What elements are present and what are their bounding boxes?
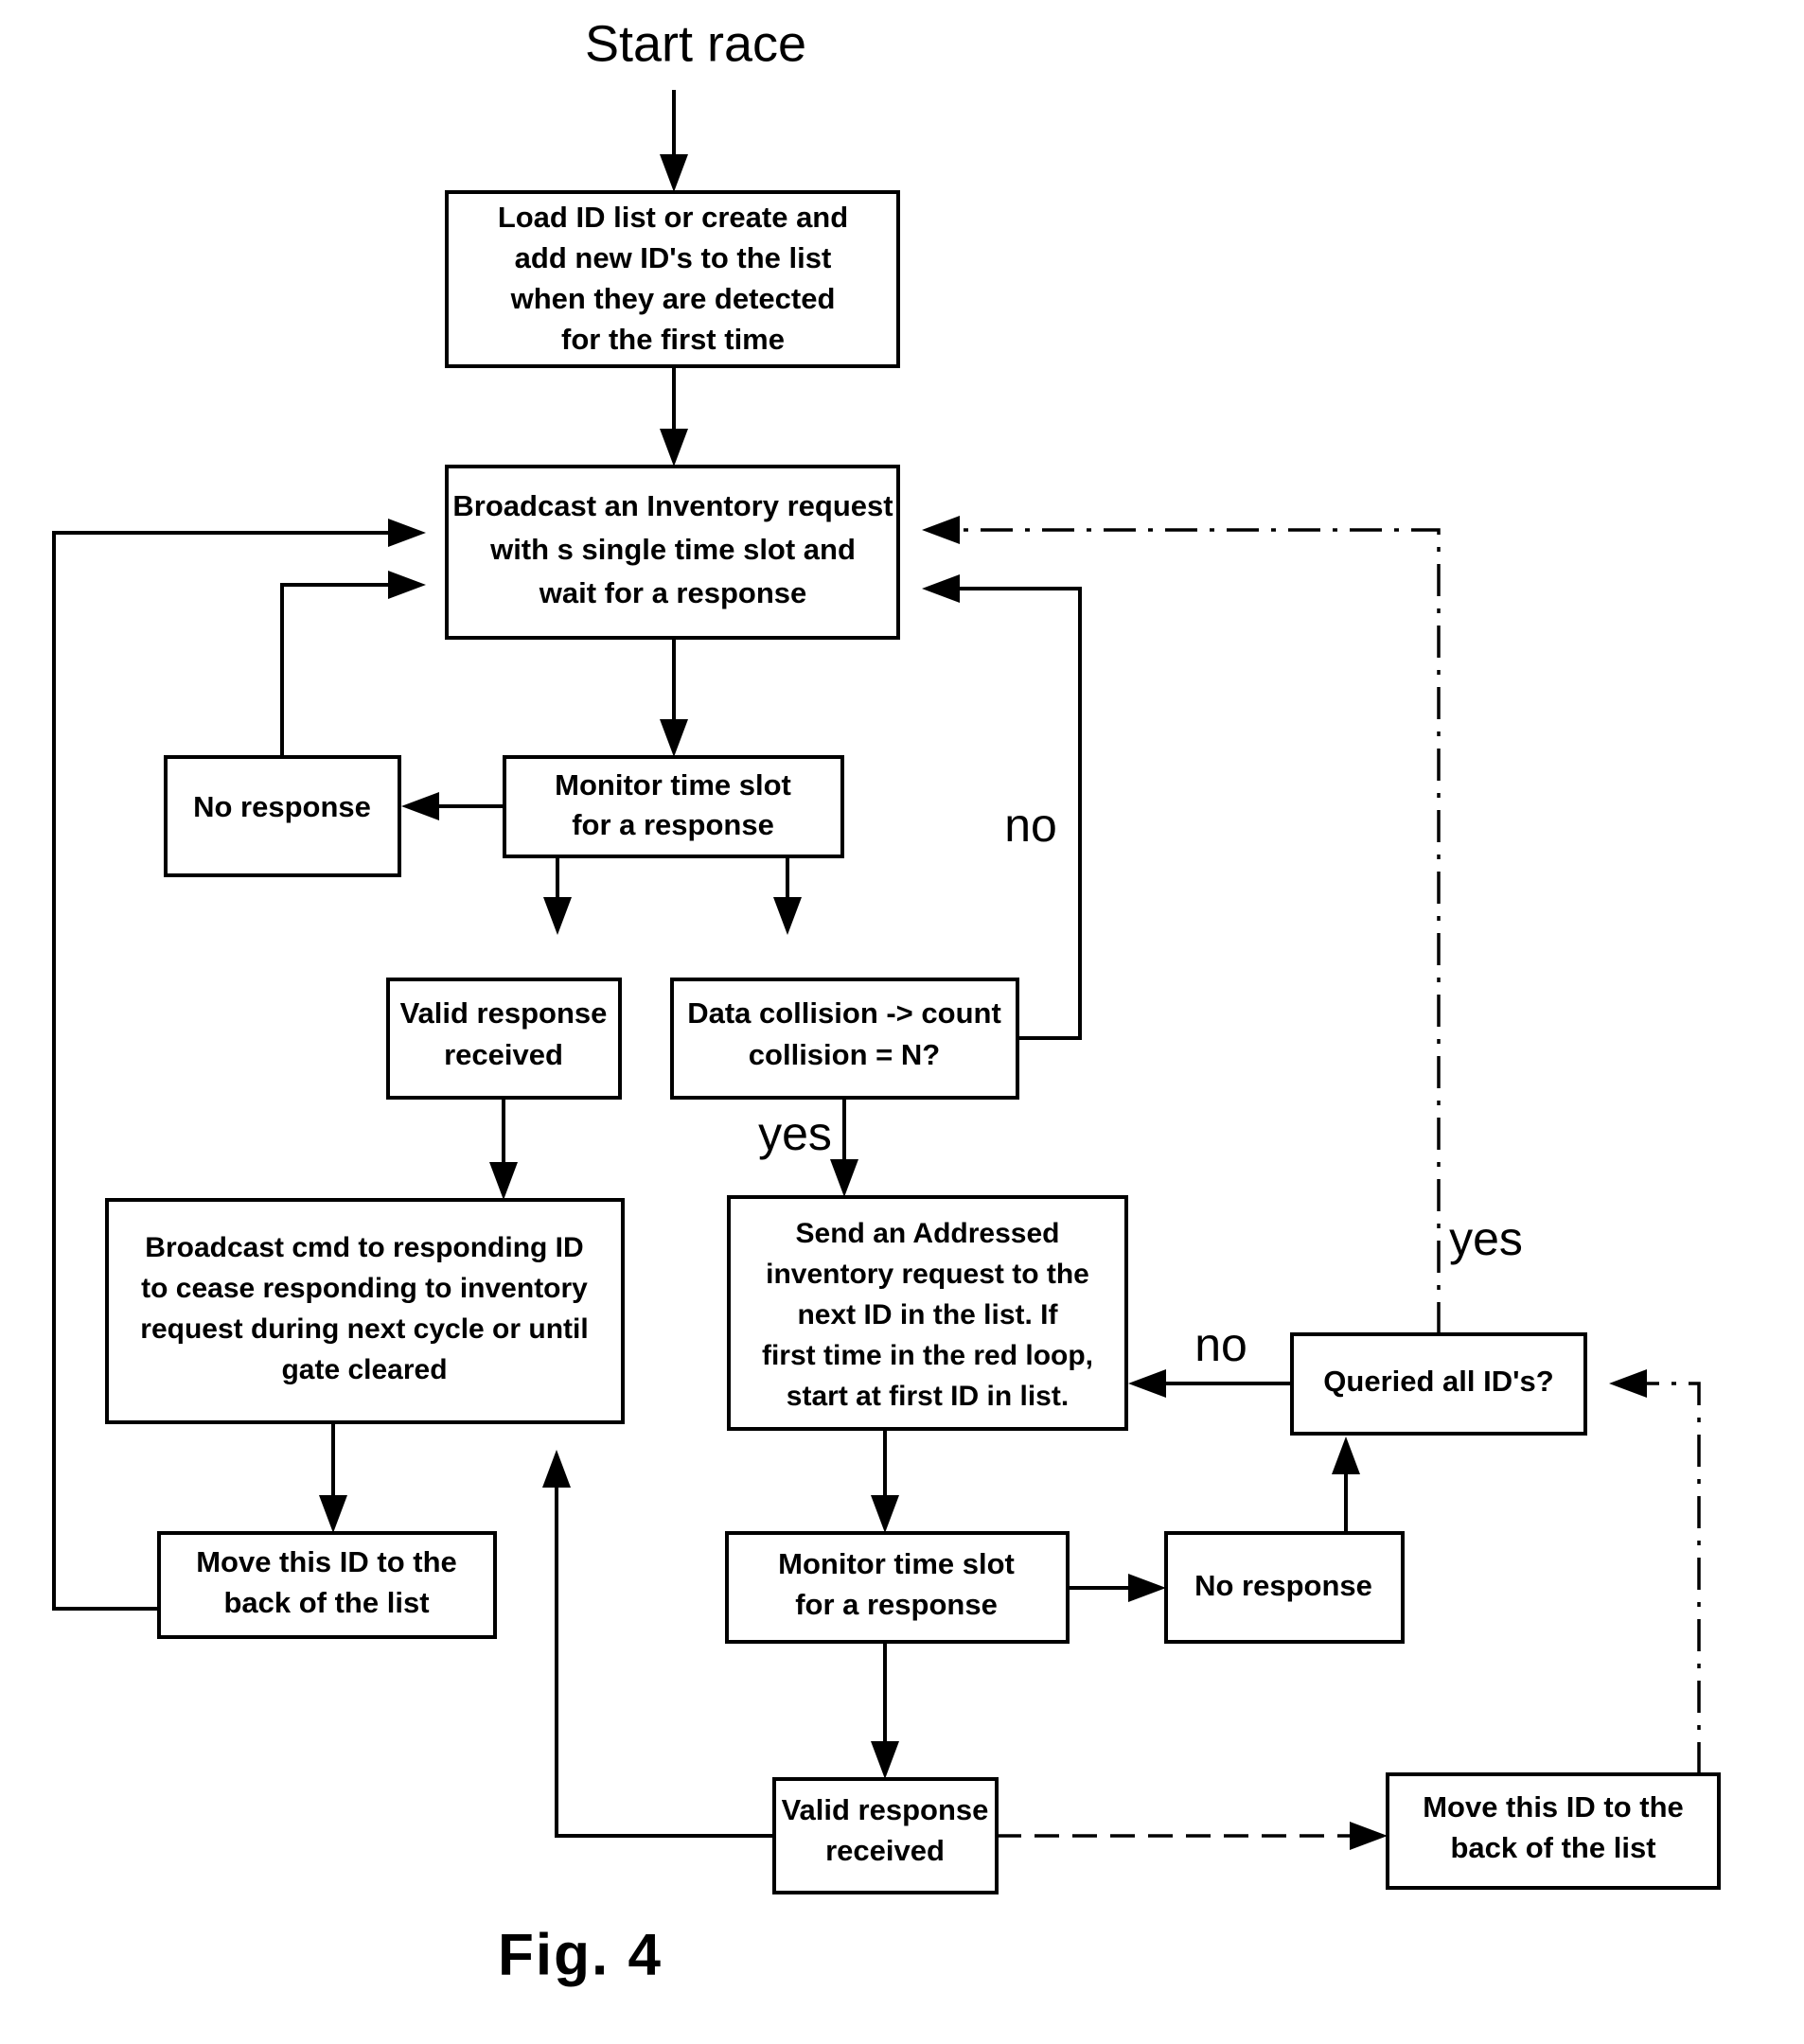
flowchart-svg: Start race Load ID list or create and ad… bbox=[52, 15, 1721, 1987]
edge-collision-yes-to-send-addressed bbox=[830, 1098, 858, 1197]
node-send-addressed: Send an Addressed inventory request to t… bbox=[727, 1195, 1128, 1431]
node-send-addressed-line-3: first time in the red loop, bbox=[762, 1340, 1093, 1371]
start-race-label: Start race bbox=[585, 15, 806, 72]
edge-load-to-broadcast bbox=[660, 366, 688, 467]
node-send-addressed-line-4: start at first ID in list. bbox=[787, 1381, 1069, 1412]
edge-valid-response-to-broadcast-cmd bbox=[489, 1098, 518, 1200]
node-load-id-list: Load ID list or create and add new ID's … bbox=[445, 190, 900, 368]
edge-start-to-load bbox=[660, 90, 688, 192]
node-valid-response-left-line-1: received bbox=[444, 1038, 563, 1071]
figure-caption: Fig. 4 bbox=[498, 1922, 663, 1987]
node-data-collision-line-1: collision = N? bbox=[749, 1038, 940, 1071]
edge-valid-response-bottom-to-move-id-right bbox=[997, 1822, 1388, 1850]
edge-monitor-to-valid-response bbox=[543, 856, 572, 935]
node-broadcast-cmd-line-3: gate cleared bbox=[281, 1354, 447, 1385]
node-broadcast-cmd: Broadcast cmd to responding ID to cease … bbox=[105, 1198, 625, 1424]
node-no-response-top: No response bbox=[164, 755, 401, 877]
edge-label-collision-no: no bbox=[1004, 799, 1057, 852]
node-move-id-left-line-0: Move this ID to the bbox=[196, 1545, 457, 1578]
node-broadcast-inventory: Broadcast an Inventory request with s si… bbox=[445, 465, 900, 640]
node-data-collision-line-0: Data collision -> count bbox=[687, 996, 1001, 1030]
node-valid-response-bottom: Valid response received bbox=[772, 1777, 999, 1894]
node-load-id-list-line-0: Load ID list or create and bbox=[498, 201, 848, 234]
node-move-id-right: Move this ID to the back of the list bbox=[1386, 1772, 1721, 1890]
node-monitor-slot-bottom: Monitor time slot for a response bbox=[725, 1531, 1070, 1644]
node-broadcast-inventory-line-1: with s single time slot and bbox=[489, 533, 856, 566]
node-valid-response-left: Valid response received bbox=[386, 978, 622, 1100]
node-send-addressed-line-1: inventory request to the bbox=[766, 1259, 1089, 1290]
edge-move-id-left-to-broadcast bbox=[52, 519, 426, 1611]
node-monitor-slot-top-line-1: for a response bbox=[572, 808, 774, 841]
node-broadcast-cmd-line-2: request during next cycle or until bbox=[140, 1313, 588, 1345]
edge-monitor-to-data-collision bbox=[773, 856, 802, 935]
node-move-id-left: Move this ID to the back of the list bbox=[157, 1531, 497, 1639]
edge-broadcast-cmd-to-move-id-left bbox=[319, 1422, 347, 1533]
node-no-response-bottom-line-0: No response bbox=[1194, 1569, 1372, 1602]
edge-label-queried-no: no bbox=[1194, 1318, 1247, 1371]
edge-send-addressed-to-monitor-bottom bbox=[871, 1429, 899, 1533]
node-valid-response-left-line-0: Valid response bbox=[400, 996, 608, 1030]
node-load-id-list-line-3: for the first time bbox=[561, 323, 785, 356]
edge-label-queried-yes: yes bbox=[1449, 1212, 1523, 1265]
node-broadcast-cmd-line-0: Broadcast cmd to responding ID bbox=[145, 1232, 583, 1263]
node-broadcast-cmd-line-1: to cease responding to inventory bbox=[141, 1273, 588, 1304]
node-monitor-slot-bottom-line-0: Monitor time slot bbox=[778, 1547, 1015, 1580]
edge-no-response-bottom-to-queried-all bbox=[1332, 1436, 1360, 1533]
node-monitor-slot-top: Monitor time slot for a response bbox=[503, 755, 844, 858]
edge-monitor-to-no-response-top bbox=[401, 792, 504, 820]
edge-no-response-top-to-broadcast bbox=[280, 571, 426, 757]
node-no-response-bottom: No response bbox=[1164, 1531, 1405, 1644]
node-valid-response-bottom-line-1: received bbox=[825, 1834, 945, 1867]
node-no-response-top-line-0: No response bbox=[193, 790, 371, 823]
node-queried-all: Queried all ID's? bbox=[1290, 1332, 1587, 1436]
edge-queried-no-to-send-addressed bbox=[1128, 1369, 1292, 1398]
node-data-collision: Data collision -> count collision = N? bbox=[670, 978, 1019, 1100]
node-monitor-slot-top-line-0: Monitor time slot bbox=[555, 768, 791, 802]
edge-monitor-bottom-to-no-response bbox=[1068, 1574, 1166, 1602]
edge-move-id-right-to-queried-all bbox=[1609, 1369, 1701, 1774]
node-load-id-list-line-2: when they are detected bbox=[510, 282, 836, 315]
edge-broadcast-to-monitor bbox=[660, 638, 688, 757]
edge-monitor-bottom-to-valid-response bbox=[871, 1642, 899, 1779]
node-load-id-list-line-1: add new ID's to the list bbox=[515, 241, 832, 274]
node-move-id-right-line-0: Move this ID to the bbox=[1423, 1790, 1684, 1824]
node-send-addressed-line-2: next ID in the list. If bbox=[797, 1299, 1058, 1330]
node-move-id-left-line-1: back of the list bbox=[223, 1586, 429, 1619]
node-valid-response-bottom-line-0: Valid response bbox=[782, 1793, 989, 1826]
node-monitor-slot-bottom-line-1: for a response bbox=[795, 1588, 998, 1621]
node-queried-all-line-0: Queried all ID's? bbox=[1323, 1365, 1553, 1398]
figure-container: Start race Load ID list or create and ad… bbox=[0, 0, 1804, 2044]
edge-label-collision-yes: yes bbox=[758, 1107, 832, 1160]
node-send-addressed-line-0: Send an Addressed bbox=[796, 1218, 1060, 1249]
node-broadcast-inventory-line-2: wait for a response bbox=[539, 576, 807, 609]
node-broadcast-inventory-line-0: Broadcast an Inventory request bbox=[452, 489, 893, 522]
node-move-id-right-line-1: back of the list bbox=[1450, 1831, 1655, 1864]
